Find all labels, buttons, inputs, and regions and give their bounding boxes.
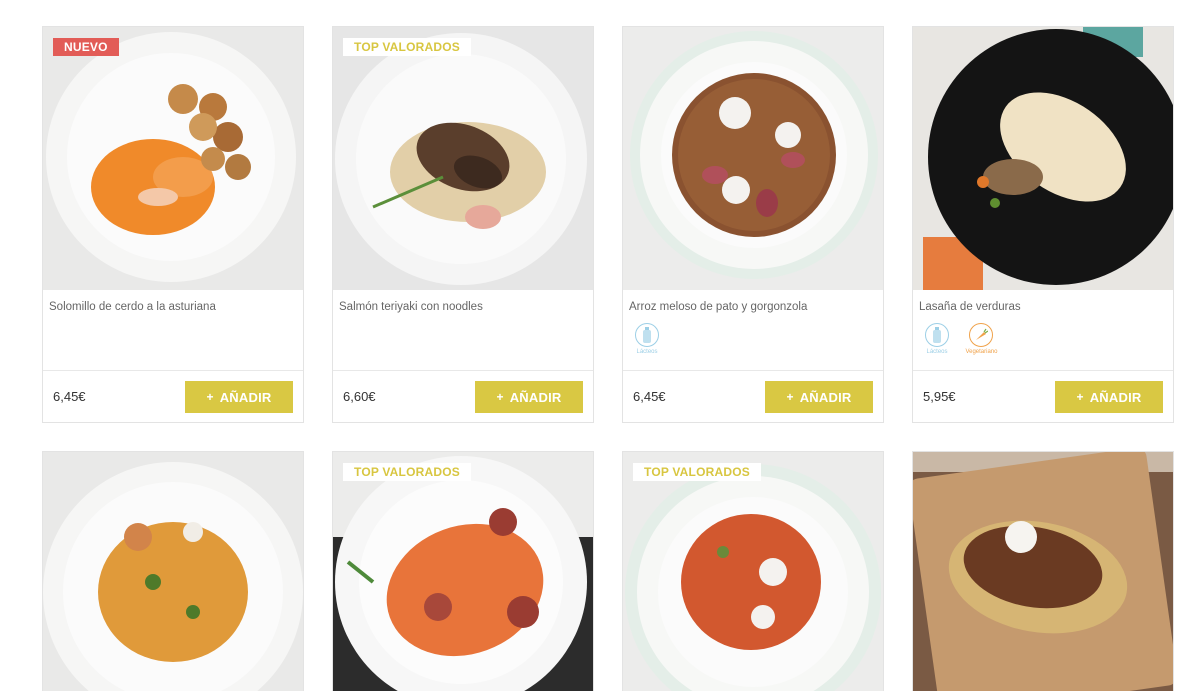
product-card[interactable]: Arroz meloso de pato y gorgonzola Lácteo… <box>622 26 884 423</box>
card-footer: 5,95€ + AÑADIR <box>913 370 1173 422</box>
add-button-label: AÑADIR <box>219 389 272 405</box>
product-card[interactable]: TOP VALORADOS Salmón teriyaki con noodle… <box>332 26 594 423</box>
product-photo[interactable] <box>913 27 1173 290</box>
product-card[interactable]: TOP VALORADOS <box>332 451 594 691</box>
card-footer: 6,60€ + AÑADIR <box>333 370 593 422</box>
product-card[interactable]: Lasaña de verduras Lácteos Vegetariano 5… <box>912 26 1174 423</box>
bottle-icon: Lácteos <box>629 323 665 355</box>
dish-image <box>333 27 593 290</box>
plus-icon: + <box>496 390 504 404</box>
product-name[interactable]: Solomillo de cerdo a la asturiana <box>49 300 299 314</box>
dish-image <box>913 27 1173 290</box>
product-photo[interactable]: TOP VALORADOS <box>333 452 593 691</box>
product-photo[interactable]: NUEVO <box>43 27 303 290</box>
add-button-label: AÑADIR <box>509 389 562 405</box>
card-footer: 6,45€ + AÑADIR <box>43 370 303 422</box>
dish-image <box>333 452 593 691</box>
add-to-cart-button[interactable]: + AÑADIR <box>765 381 873 413</box>
badge-new: NUEVO <box>53 38 119 56</box>
plus-icon: + <box>206 390 214 404</box>
add-to-cart-button[interactable]: + AÑADIR <box>1055 381 1163 413</box>
product-grid: NUEVO Solomillo de cerdo a la asturiana … <box>0 0 1200 691</box>
dish-image <box>43 27 303 290</box>
product-card[interactable] <box>42 451 304 691</box>
product-name[interactable]: Lasaña de verduras <box>919 300 1169 314</box>
badge-top-rated: TOP VALORADOS <box>633 463 761 481</box>
badge-top-rated: TOP VALORADOS <box>343 463 471 481</box>
bottle-icon: Lácteos <box>919 323 955 355</box>
add-to-cart-button[interactable]: + AÑADIR <box>185 381 293 413</box>
plus-icon: + <box>786 390 794 404</box>
product-photo[interactable]: TOP VALORADOS <box>333 27 593 290</box>
diet-label: Lácteos <box>636 349 658 355</box>
product-name[interactable]: Arroz meloso de pato y gorgonzola <box>629 300 879 314</box>
diet-icons: Lácteos <box>629 323 669 363</box>
product-price: 5,95€ <box>923 389 956 404</box>
dish-image <box>623 452 883 691</box>
plus-icon: + <box>1076 390 1084 404</box>
product-card[interactable] <box>912 451 1174 691</box>
diet-icons: Lácteos Vegetariano <box>919 323 1003 363</box>
product-name[interactable]: Salmón teriyaki con noodles <box>339 300 589 314</box>
product-price: 6,45€ <box>633 389 666 404</box>
product-card[interactable]: NUEVO Solomillo de cerdo a la asturiana … <box>42 26 304 423</box>
badge-top-rated: TOP VALORADOS <box>343 38 471 56</box>
dish-image <box>623 27 883 290</box>
product-price: 6,45€ <box>53 389 86 404</box>
add-button-label: AÑADIR <box>799 389 852 405</box>
product-photo[interactable]: TOP VALORADOS <box>623 452 883 691</box>
product-card[interactable]: TOP VALORADOS <box>622 451 884 691</box>
add-button-label: AÑADIR <box>1089 389 1142 405</box>
product-price: 6,60€ <box>343 389 376 404</box>
diet-label: Lácteos <box>926 349 948 355</box>
add-to-cart-button[interactable]: + AÑADIR <box>475 381 583 413</box>
product-photo[interactable] <box>43 452 303 691</box>
carrot-icon: Vegetariano <box>963 323 999 355</box>
dish-image <box>913 452 1173 691</box>
diet-label: Vegetariano <box>965 349 998 355</box>
dish-image <box>43 452 303 691</box>
card-footer: 6,45€ + AÑADIR <box>623 370 883 422</box>
product-photo[interactable] <box>623 27 883 290</box>
product-photo[interactable] <box>913 452 1173 691</box>
